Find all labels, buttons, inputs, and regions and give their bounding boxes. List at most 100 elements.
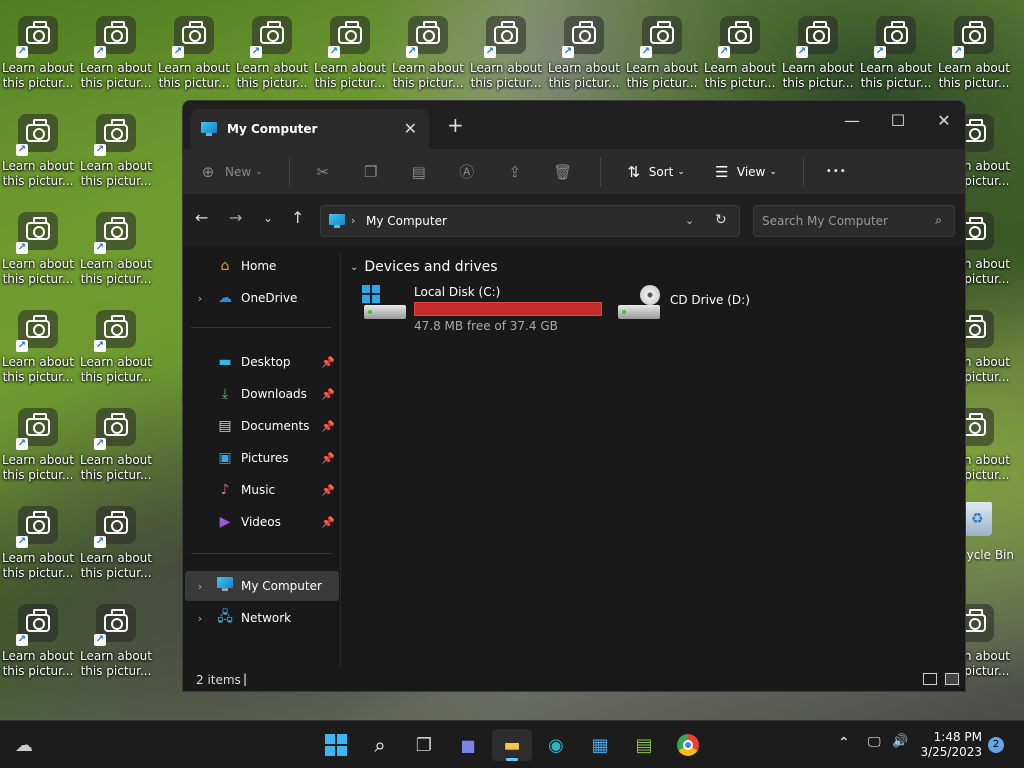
task-view-icon[interactable]: ❐ [404, 729, 444, 761]
desktop-shortcut[interactable]: ↗ Learn about this pictur... [780, 6, 856, 98]
pin-icon[interactable]: 📌 [321, 452, 335, 465]
search-icon[interactable]: ⌕ [360, 729, 400, 761]
desktop-shortcut[interactable]: ↗ Learn about this pictur... [702, 6, 778, 98]
see-more-button[interactable]: ••• [826, 166, 847, 177]
desktop-shortcut[interactable]: ↗ Learn about this pictur... [0, 300, 76, 392]
refresh-icon[interactable]: ↻ [715, 212, 727, 228]
network-status-icon[interactable]: 🖵 [868, 735, 881, 750]
sidebar-item-desktop[interactable]: ▬ Desktop 📌 [185, 347, 339, 377]
edge-icon[interactable]: ◉ [536, 729, 576, 761]
clock[interactable]: 1:48 PM 3/25/2023 [920, 730, 982, 760]
camera-icon: ↗ [16, 212, 58, 254]
chat-icon[interactable]: ■ [448, 729, 488, 761]
new-tab-button[interactable]: + [447, 113, 464, 137]
chevron-down-icon: ⌄ [769, 166, 777, 177]
copy-button[interactable]: ❐ [360, 163, 382, 181]
sidebar-item-music[interactable]: ♪ Music 📌 [185, 475, 339, 505]
desktop-shortcut[interactable]: ↗ Learn about this pictur... [78, 300, 154, 392]
desktop-shortcut[interactable]: ↗ Learn about this pictur... [78, 202, 154, 294]
desktop-shortcut[interactable]: ↗ Learn about this pictur... [234, 6, 310, 98]
desktop-shortcut[interactable]: ↗ Learn about this pictur... [624, 6, 700, 98]
sidebar-item-pictures[interactable]: ▣ Pictures 📌 [185, 443, 339, 473]
desktop-shortcut[interactable]: ↗ Learn about this pictur... [78, 104, 154, 196]
recent-locations-chevron-icon[interactable]: ⌄ [263, 211, 273, 225]
desktop-shortcut[interactable]: ↗ Learn about this pictur... [0, 202, 76, 294]
show-hidden-icons-chevron-icon[interactable]: ⌃ [838, 735, 850, 751]
desktop-shortcut-label: Learn about this pictur... [782, 61, 854, 90]
desktop-shortcut[interactable]: ↗ Learn about this pictur... [0, 6, 76, 98]
desktop-shortcut[interactable]: ↗ Learn about this pictur... [0, 594, 76, 686]
desktop-shortcut[interactable]: ↗ Learn about this pictur... [0, 398, 76, 490]
up-arrow-icon[interactable]: ↑ [291, 208, 304, 227]
desktop-shortcut[interactable]: ↗ Learn about this pictur... [78, 594, 154, 686]
desktop-shortcut[interactable]: ↗ Learn about this pictur... [78, 398, 154, 490]
paste-button[interactable]: ▤ [408, 163, 430, 181]
camera-icon: ↗ [94, 212, 136, 254]
breadcrumb-my-computer[interactable]: My Computer [366, 214, 447, 228]
address-dropdown-icon[interactable]: ⌄ [685, 214, 694, 227]
desktop-shortcut[interactable]: ↗ Learn about this pictur... [0, 496, 76, 588]
sidebar-item-network[interactable]: › 🖧 Network [185, 603, 339, 633]
desktop-shortcut[interactable]: ↗ Learn about this pictur... [936, 6, 1012, 98]
new-button[interactable]: ⊕ New ⌄ [197, 163, 263, 181]
cut-button[interactable]: ✂ [312, 163, 334, 181]
maximize-button[interactable]: ☐ [875, 107, 921, 135]
sidebar-item-home[interactable]: ⌂ Home [185, 251, 339, 281]
shortcut-arrow-icon: ↗ [16, 46, 28, 58]
volume-icon[interactable]: 🔊 [892, 734, 908, 749]
desktop-shortcut[interactable]: ↗ Learn about this pictur... [78, 496, 154, 588]
pin-icon[interactable]: 📌 [321, 420, 335, 433]
desktop-shortcut[interactable]: ↗ Learn about this pictur... [546, 6, 622, 98]
desktop-shortcut[interactable]: ↗ Learn about this pictur... [78, 6, 154, 98]
search-input[interactable]: Search My Computer ⌕ [753, 205, 955, 237]
delete-button[interactable]: 🗑 [552, 163, 574, 181]
desktop-shortcut[interactable]: ↗ Learn about this pictur... [312, 6, 388, 98]
desktop-shortcut[interactable]: ↗ Learn about this pictur... [858, 6, 934, 98]
tab-my-computer[interactable]: My Computer ✕ [191, 109, 429, 149]
expand-chevron-icon[interactable]: › [191, 612, 209, 625]
chrome-icon[interactable] [668, 729, 708, 761]
forward-arrow-icon[interactable]: → [229, 208, 242, 227]
drive-local-disk-c[interactable]: Local Disk (C:) 47.8 MB free of 37.4 GB [362, 285, 602, 333]
back-arrow-icon[interactable]: ← [195, 208, 208, 227]
drive-name: Local Disk (C:) [414, 285, 501, 299]
sidebar-item-onedrive[interactable]: › ☁ OneDrive [185, 283, 339, 313]
recycle-bin[interactable]: ♻ cycle Bin [960, 498, 1024, 578]
details-view-icon[interactable] [923, 673, 937, 685]
sidebar-item-downloads[interactable]: ⤓ Downloads 📌 [185, 379, 339, 409]
address-bar[interactable]: › My Computer ⌄ ↻ [320, 205, 740, 237]
pin-icon[interactable]: 📌 [321, 516, 335, 529]
expand-chevron-icon[interactable]: › [191, 292, 209, 305]
share-button[interactable]: ⇪ [504, 163, 526, 181]
pin-icon[interactable]: 📌 [321, 484, 335, 497]
sidebar-item-my-computer[interactable]: › My Computer [185, 571, 339, 601]
desktop-shortcut-label: Learn about this pictur... [80, 61, 152, 90]
pin-icon[interactable]: 📌 [321, 356, 335, 369]
notification-badge[interactable]: 2 [988, 737, 1004, 753]
tab-close-icon[interactable]: ✕ [404, 119, 417, 138]
store-icon[interactable]: ▦ [580, 729, 620, 761]
desktop-shortcut[interactable]: ↗ Learn about this pictur... [0, 104, 76, 196]
drive-cd-d[interactable]: CD Drive (D:) [616, 285, 750, 323]
notepad-icon[interactable]: ▤ [624, 729, 664, 761]
tab-title: My Computer [227, 122, 318, 136]
pin-icon[interactable]: 📌 [321, 388, 335, 401]
close-button[interactable]: ✕ [921, 107, 965, 135]
sort-button[interactable]: ⇅ Sort ⌄ [623, 163, 684, 181]
camera-icon: ↗ [16, 604, 58, 646]
desktop-shortcut-label: Learn about this pictur... [626, 61, 698, 90]
section-header-devices[interactable]: ⌄ Devices and drives [350, 259, 498, 275]
desktop-shortcut[interactable]: ↗ Learn about this pictur... [390, 6, 466, 98]
sidebar-item-documents[interactable]: ▤ Documents 📌 [185, 411, 339, 441]
desktop-shortcut[interactable]: ↗ Learn about this pictur... [468, 6, 544, 98]
sidebar-item-videos[interactable]: ▶ Videos 📌 [185, 507, 339, 537]
weather-widget-icon[interactable]: ☁ [4, 729, 44, 761]
file-explorer-icon[interactable]: ▬ [492, 729, 532, 761]
desktop-shortcut[interactable]: ↗ Learn about this pictur... [156, 6, 232, 98]
expand-chevron-icon[interactable]: › [191, 580, 209, 593]
rename-button[interactable]: Ⓐ [456, 161, 478, 182]
minimize-button[interactable]: — [829, 107, 875, 135]
view-button[interactable]: ☰ View ⌄ [711, 163, 777, 181]
start-button[interactable] [316, 729, 356, 761]
tiles-view-icon[interactable] [945, 673, 959, 685]
